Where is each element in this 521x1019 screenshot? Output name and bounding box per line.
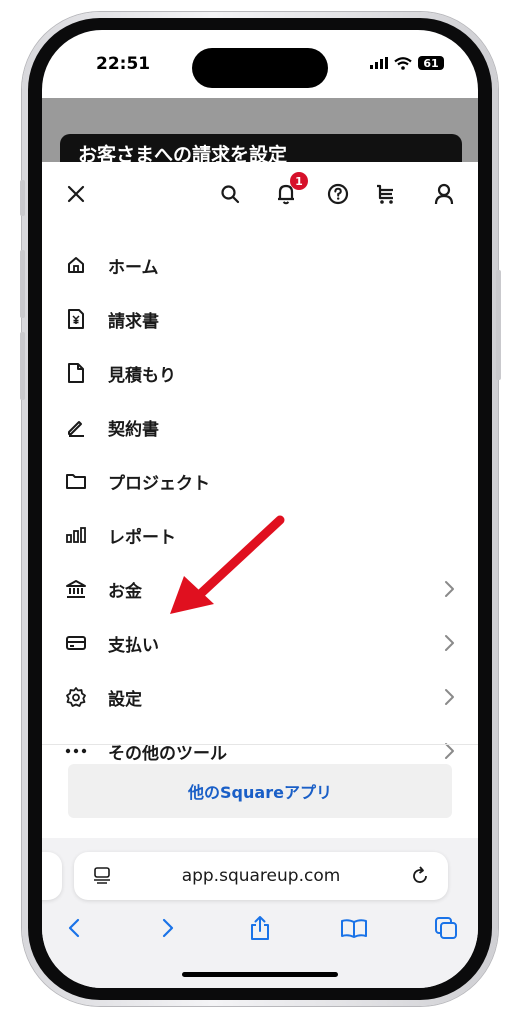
menu-item-settings[interactable]: 設定 — [42, 670, 478, 724]
search-icon[interactable] — [216, 180, 244, 208]
address-bar[interactable]: app.squareup.com — [74, 852, 448, 900]
invoice-icon — [64, 307, 88, 331]
browser-toolbar: app.squareup.com — [42, 838, 478, 988]
reload-icon[interactable] — [410, 866, 430, 886]
screen: 22:51 61 お客さまへの請求を設定 1 ホーム 請求書 見積もり 契約書 … — [42, 30, 478, 988]
chevron-right-icon — [445, 581, 454, 597]
menu-item-home[interactable]: ホーム — [42, 238, 478, 292]
share-button[interactable] — [244, 912, 276, 944]
bar-chart-icon — [64, 523, 88, 547]
menu-item-contracts[interactable]: 契約書 — [42, 400, 478, 454]
menu-item-label: お金 — [108, 581, 142, 602]
document-icon — [64, 361, 88, 385]
cart-icon[interactable] — [372, 180, 400, 208]
book-icon — [341, 919, 367, 938]
wifi-icon — [394, 56, 412, 70]
previous-tab-preview[interactable] — [42, 852, 62, 900]
navigation-menu: 1 ホーム 請求書 見積もり 契約書 プロジェクト レポート お金 支払い 設定… — [42, 162, 478, 838]
menu-item-label: プロジェクト — [108, 473, 210, 494]
menu-item-label: その他のツール — [108, 743, 227, 764]
menu-item-label: 請求書 — [108, 311, 159, 332]
menu-topbar: 1 — [42, 162, 478, 226]
back-button[interactable] — [58, 912, 90, 944]
gear-icon — [64, 685, 88, 709]
forward-button[interactable] — [152, 912, 184, 944]
action-button — [20, 180, 25, 216]
account-icon[interactable] — [430, 180, 458, 208]
volume-down-button — [20, 332, 25, 400]
menu-item-label: 契約書 — [108, 419, 159, 440]
signal-icon — [370, 57, 388, 69]
volume-up-button — [20, 250, 25, 318]
battery-icon: 61 — [418, 56, 444, 70]
status-time: 22:51 — [96, 54, 151, 74]
chevron-right-icon — [445, 635, 454, 651]
status-icons: 61 — [370, 56, 444, 70]
bank-icon — [64, 577, 88, 601]
share-icon — [251, 916, 269, 940]
home-indicator — [182, 972, 338, 977]
menu-item-projects[interactable]: プロジェクト — [42, 454, 478, 508]
tabs-icon — [435, 917, 457, 939]
chevron-left-icon — [68, 918, 80, 938]
close-icon[interactable] — [62, 180, 90, 208]
home-icon — [64, 253, 88, 277]
bookmarks-button[interactable] — [338, 912, 370, 944]
other-square-apps-button[interactable]: 他のSquareアプリ — [68, 764, 452, 818]
url-text[interactable]: app.squareup.com — [74, 866, 448, 886]
chevron-right-icon — [162, 918, 174, 938]
menu-item-estimates[interactable]: 見積もり — [42, 346, 478, 400]
chevron-right-icon — [445, 689, 454, 705]
tabs-button[interactable] — [430, 912, 462, 944]
bell-icon[interactable]: 1 — [272, 172, 308, 208]
notification-badge: 1 — [290, 172, 308, 190]
menu-item-label: 見積もり — [108, 365, 176, 386]
menu-item-label: 支払い — [108, 635, 159, 656]
menu-divider — [42, 744, 478, 745]
menu-item-invoices[interactable]: 請求書 — [42, 292, 478, 346]
power-button — [496, 270, 501, 380]
annotation-arrow — [170, 515, 285, 614]
menu-item-label: ホーム — [108, 257, 159, 278]
card-icon — [64, 631, 88, 655]
folder-icon — [64, 469, 88, 493]
pen-icon — [64, 415, 88, 439]
dynamic-island — [192, 48, 328, 88]
help-icon[interactable] — [324, 180, 352, 208]
menu-item-label: 設定 — [108, 689, 142, 710]
more-icon — [64, 739, 88, 763]
